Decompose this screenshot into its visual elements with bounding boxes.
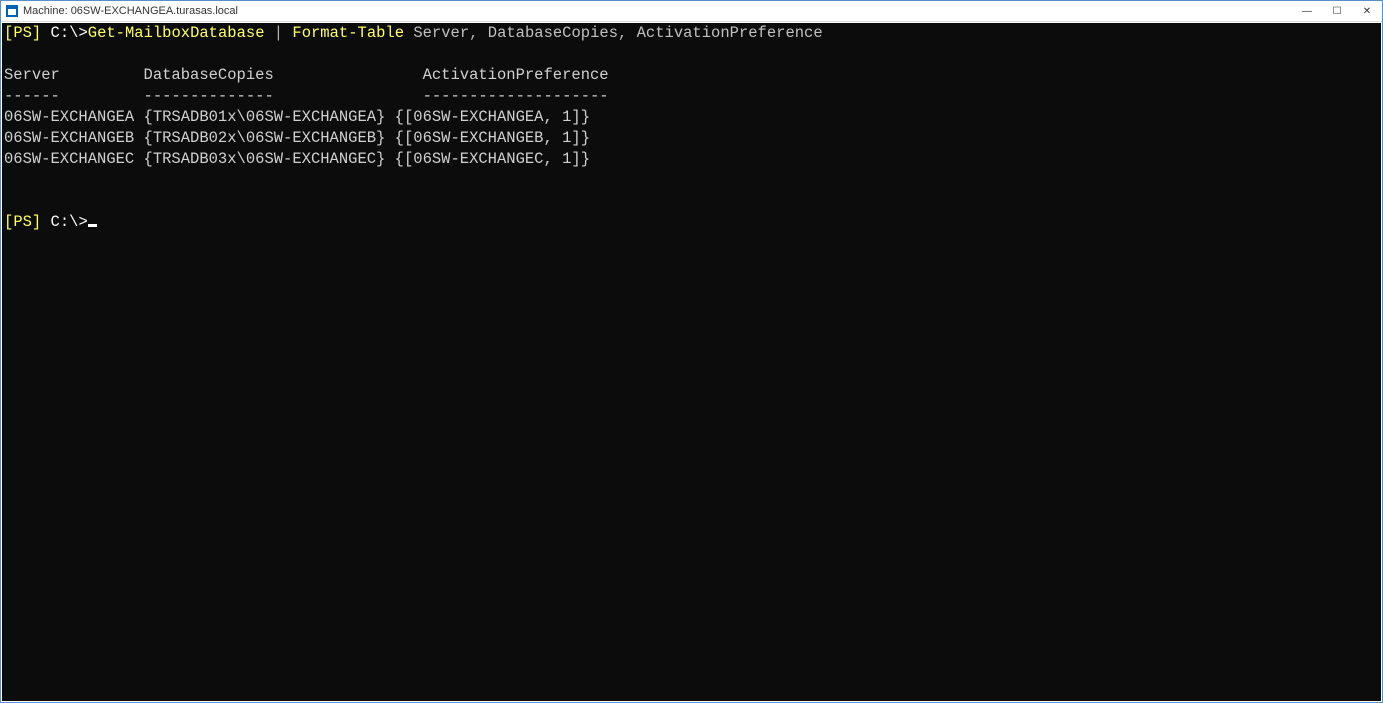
window-title: Machine: 06SW-EXCHANGEA.turasas.local (23, 5, 1292, 17)
window-controls: — ☐ ✕ (1292, 1, 1382, 21)
terminal-area[interactable]: [PS] C:\>Get-MailboxDatabase | Format-Ta… (2, 23, 1381, 701)
output-row: 06SW-EXCHANGEB {TRSADB02x\06SW-EXCHANGEB… (4, 129, 590, 147)
arg-databasecopies: DatabaseCopies (478, 24, 618, 42)
output-row: 06SW-EXCHANGEC {TRSADB03x\06SW-EXCHANGEC… (4, 150, 590, 168)
minimize-button[interactable]: — (1292, 1, 1322, 21)
close-button[interactable]: ✕ (1352, 1, 1382, 21)
cursor (88, 224, 97, 227)
prompt-ps: PS (13, 213, 32, 231)
arg-activationpreference: ActivationPreference (627, 24, 822, 42)
prompt-path: C:\> (51, 213, 88, 231)
cmd-format-table: Format-Table (292, 24, 404, 42)
prompt-ps: PS (13, 24, 32, 42)
prompt-space (41, 213, 50, 231)
prompt-path: C:\> (51, 24, 88, 42)
app-icon (5, 4, 19, 18)
pipe: | (265, 24, 293, 42)
output-row: 06SW-EXCHANGEA {TRSADB01x\06SW-EXCHANGEA… (4, 108, 590, 126)
output-header-underline: ------ -------------- ------------------… (4, 87, 609, 105)
comma2: , (618, 24, 627, 42)
prompt-bracket-close: ] (32, 213, 41, 231)
prompt-bracket-close: ] (32, 24, 41, 42)
output-header: Server DatabaseCopies ActivationPreferen… (4, 66, 609, 84)
titlebar[interactable]: Machine: 06SW-EXCHANGEA.turasas.local — … (1, 1, 1382, 22)
prompt-space (41, 24, 50, 42)
window: Machine: 06SW-EXCHANGEA.turasas.local — … (0, 0, 1383, 703)
prompt-bracket-open: [ (4, 24, 13, 42)
arg-server: Server (404, 24, 469, 42)
prompt-line: [PS] C:\>Get-MailboxDatabase | Format-Ta… (4, 24, 823, 42)
cmd-get-mailboxdatabase: Get-MailboxDatabase (88, 24, 265, 42)
prompt-bracket-open: [ (4, 213, 13, 231)
prompt-line-idle: [PS] C:\> (4, 213, 97, 231)
maximize-button[interactable]: ☐ (1322, 1, 1352, 21)
